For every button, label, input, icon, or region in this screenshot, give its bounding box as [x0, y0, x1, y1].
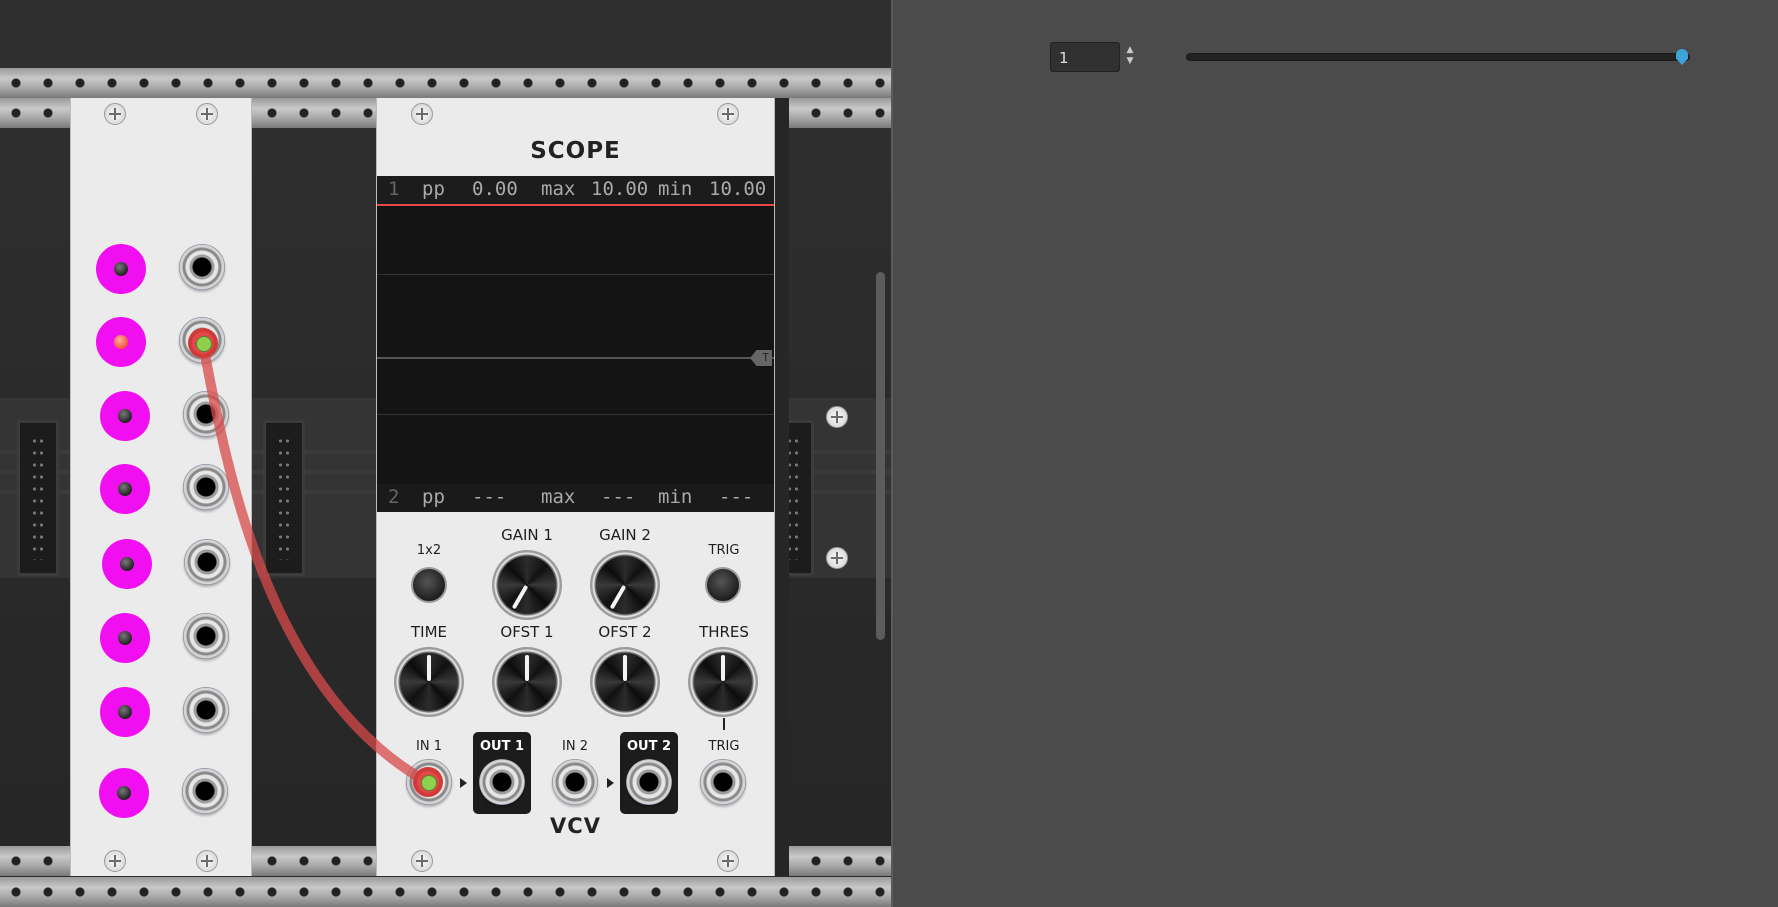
slider-track[interactable]	[1186, 53, 1690, 61]
cable-plug-in1[interactable]	[413, 767, 443, 797]
rack-scrollbar[interactable]	[876, 272, 885, 640]
patch-cable[interactable]	[0, 0, 891, 907]
spin-arrows-icon[interactable]: ▲ ▼	[1124, 45, 1136, 69]
right-pane: 1 ▲ ▼	[891, 0, 1778, 907]
slider-thumb[interactable]	[1676, 49, 1688, 65]
cable-plug-source[interactable]	[188, 328, 218, 358]
rack-area[interactable]: SCOPE 1 pp 0.00 max 10.00 min 10.00 T 2 …	[0, 0, 891, 907]
number-input[interactable]: 1	[1050, 42, 1120, 72]
